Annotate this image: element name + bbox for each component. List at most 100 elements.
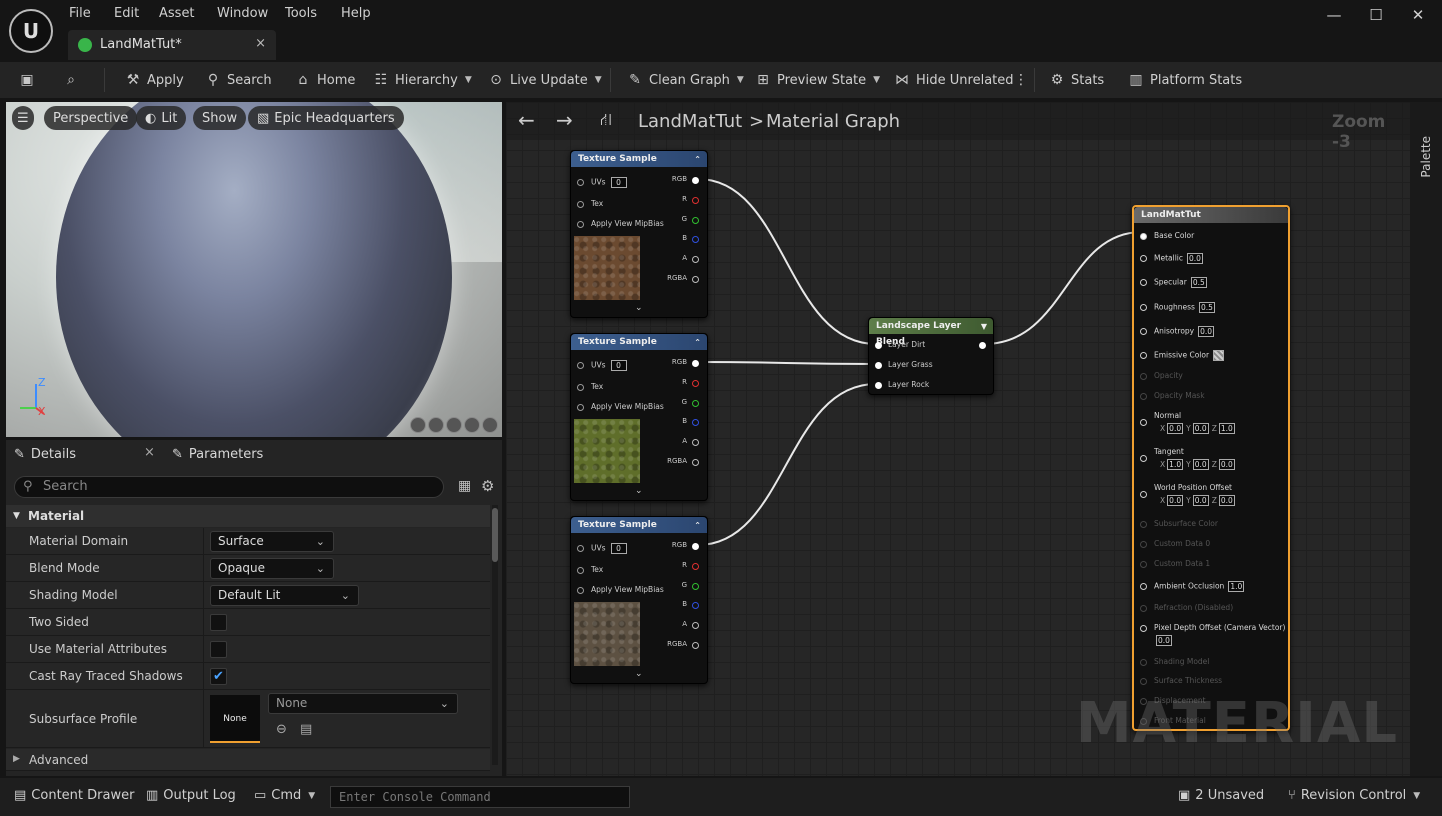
- revision-control-button[interactable]: ⑂ Revision Control ▼: [1288, 788, 1420, 803]
- custom-mesh-icon[interactable]: [482, 417, 498, 433]
- browse-folder-icon[interactable]: ▤: [300, 722, 312, 737]
- subsurface-thumbnail[interactable]: None: [210, 695, 260, 743]
- input-pin[interactable]: [1140, 541, 1147, 548]
- menu-edit[interactable]: Edit: [114, 6, 139, 21]
- platform-stats-button[interactable]: ▥ Platform Stats: [1127, 70, 1242, 90]
- plane-icon[interactable]: [446, 417, 462, 433]
- input-pin[interactable]: [1140, 605, 1147, 612]
- input-pin[interactable]: [1140, 279, 1147, 286]
- menu-tools[interactable]: Tools: [285, 6, 317, 21]
- input-pin[interactable]: [1140, 255, 1147, 262]
- input-pin[interactable]: [577, 545, 584, 552]
- maximize-button[interactable]: ☐: [1361, 4, 1391, 26]
- menu-file[interactable]: File: [69, 6, 91, 21]
- uv-index-field[interactable]: 0: [610, 177, 627, 188]
- pin-value-field[interactable]: 0.0: [1156, 635, 1172, 646]
- table-view-icon[interactable]: ▦: [458, 478, 471, 494]
- minimize-button[interactable]: —: [1319, 4, 1349, 26]
- crumb-root[interactable]: LandMatTut: [638, 111, 742, 132]
- hide-unrelated-button[interactable]: ⋈ Hide Unrelated: [893, 70, 1014, 90]
- pin-value-field[interactable]: 0.0: [1192, 423, 1209, 434]
- output-pin[interactable]: [692, 459, 699, 466]
- live-update-button[interactable]: ⊙ Live Update ▼: [487, 70, 602, 90]
- pin-value-field[interactable]: 0.0: [1167, 495, 1184, 506]
- uv-index-field[interactable]: 0: [610, 360, 627, 371]
- input-pin[interactable]: [577, 201, 584, 208]
- tab-close-icon[interactable]: ×: [255, 36, 266, 51]
- details-search-input[interactable]: ⚲ Search: [14, 476, 444, 498]
- pin-value-field[interactable]: 1.0: [1167, 459, 1184, 470]
- cmd-button[interactable]: ▭ Cmd ▼: [254, 788, 315, 803]
- output-pin[interactable]: [692, 379, 699, 387]
- output-pin[interactable]: [692, 582, 699, 590]
- search-button[interactable]: ⚲ Search: [204, 70, 272, 90]
- input-pin[interactable]: [875, 362, 882, 369]
- perspective-button[interactable]: Perspective: [44, 106, 138, 130]
- output-pin[interactable]: [692, 642, 699, 649]
- input-pin[interactable]: [1140, 625, 1147, 632]
- menu-asset[interactable]: Asset: [159, 6, 195, 21]
- pin-value-field[interactable]: 1.0: [1228, 581, 1245, 592]
- save-button[interactable]: ▣: [18, 70, 36, 90]
- cylinder-icon[interactable]: [410, 417, 426, 433]
- pin-value-field[interactable]: 0.0: [1218, 495, 1235, 506]
- output-pin[interactable]: [692, 622, 699, 630]
- pin-value-field[interactable]: 0.0: [1167, 423, 1184, 434]
- material-section-header[interactable]: ▼ Material: [6, 505, 490, 527]
- viewport-menu-button[interactable]: ☰: [12, 106, 34, 130]
- collapse-icon[interactable]: ⌃: [694, 518, 701, 534]
- home-button[interactable]: ⌂ Home: [294, 70, 356, 90]
- hierarchy-button[interactable]: ☷ Hierarchy ▼: [372, 70, 472, 90]
- input-pin[interactable]: [1140, 304, 1147, 311]
- tab-details[interactable]: ✎ Details ×: [6, 440, 162, 468]
- expand-icon[interactable]: ⌄: [635, 669, 643, 679]
- texture-sample-node[interactable]: Texture Sample ⌃ UVs 0 Tex Apply View MipBias…: [570, 516, 708, 684]
- input-pin[interactable]: [577, 384, 584, 391]
- pin-value-field[interactable]: 0.5: [1190, 277, 1207, 288]
- input-pin[interactable]: [1140, 419, 1147, 426]
- expand-icon[interactable]: ⌄: [635, 303, 643, 313]
- sphere-icon[interactable]: [428, 417, 444, 433]
- details-scrollbar[interactable]: [492, 505, 498, 765]
- output-pin[interactable]: [692, 216, 699, 224]
- asset-tab[interactable]: LandMatTut* ×: [68, 30, 276, 60]
- output-pin[interactable]: [979, 342, 986, 349]
- input-pin[interactable]: [1140, 561, 1147, 568]
- color-swatch[interactable]: [1213, 350, 1225, 361]
- output-pin[interactable]: [692, 360, 699, 367]
- lit-button[interactable]: ◐ Lit: [136, 106, 187, 130]
- two-sided-checkbox[interactable]: [210, 614, 227, 631]
- landscape-layer-blend-node[interactable]: Landscape Layer Blend ▼ Layer Dirt Layer…: [868, 317, 994, 395]
- cast-ray-traced-shadows-checkbox[interactable]: ✔: [210, 668, 227, 685]
- input-pin[interactable]: [1140, 521, 1147, 528]
- output-pin[interactable]: [692, 602, 699, 610]
- output-pin[interactable]: [692, 276, 699, 283]
- tab-parameters[interactable]: ✎ Parameters: [172, 440, 263, 468]
- input-pin[interactable]: [1140, 678, 1147, 685]
- pin-value-field[interactable]: 1.0: [1218, 423, 1235, 434]
- menu-help[interactable]: Help: [341, 6, 371, 21]
- apply-button[interactable]: ⚒ Apply: [124, 70, 184, 90]
- pin-value-field[interactable]: 0.5: [1198, 302, 1215, 313]
- output-pin[interactable]: [692, 439, 699, 447]
- output-pin[interactable]: [692, 177, 699, 184]
- scrollbar-thumb[interactable]: [492, 508, 498, 562]
- output-pin[interactable]: [692, 256, 699, 264]
- uv-index-field[interactable]: 0: [610, 543, 627, 554]
- texture-sample-node[interactable]: Texture Sample ⌃ UVs 0 Tex Apply View MipBias…: [570, 150, 708, 318]
- settings-icon[interactable]: ⚙: [481, 477, 494, 495]
- input-pin[interactable]: [577, 179, 584, 186]
- cube-icon[interactable]: [464, 417, 480, 433]
- preview-viewport[interactable]: ☰ Perspective ◐ Lit Show ▧ Epic Headquarte…: [6, 102, 502, 437]
- unreal-logo[interactable]: U: [9, 9, 53, 53]
- input-pin[interactable]: [1140, 233, 1147, 240]
- input-pin[interactable]: [577, 221, 584, 228]
- collapse-icon[interactable]: ⌃: [694, 152, 701, 168]
- output-pin[interactable]: [692, 399, 699, 407]
- stats-button[interactable]: ⚙ Stats: [1048, 70, 1104, 90]
- palette-tab[interactable]: Palette: [1419, 136, 1433, 178]
- input-pin[interactable]: [1140, 659, 1147, 666]
- texture-sample-node[interactable]: Texture Sample ⌃ UVs 0 Tex Apply View MipBias…: [570, 333, 708, 501]
- advanced-section-header[interactable]: ▶ Advanced: [6, 749, 490, 771]
- content-drawer-button[interactable]: ▤ Content Drawer: [14, 788, 134, 803]
